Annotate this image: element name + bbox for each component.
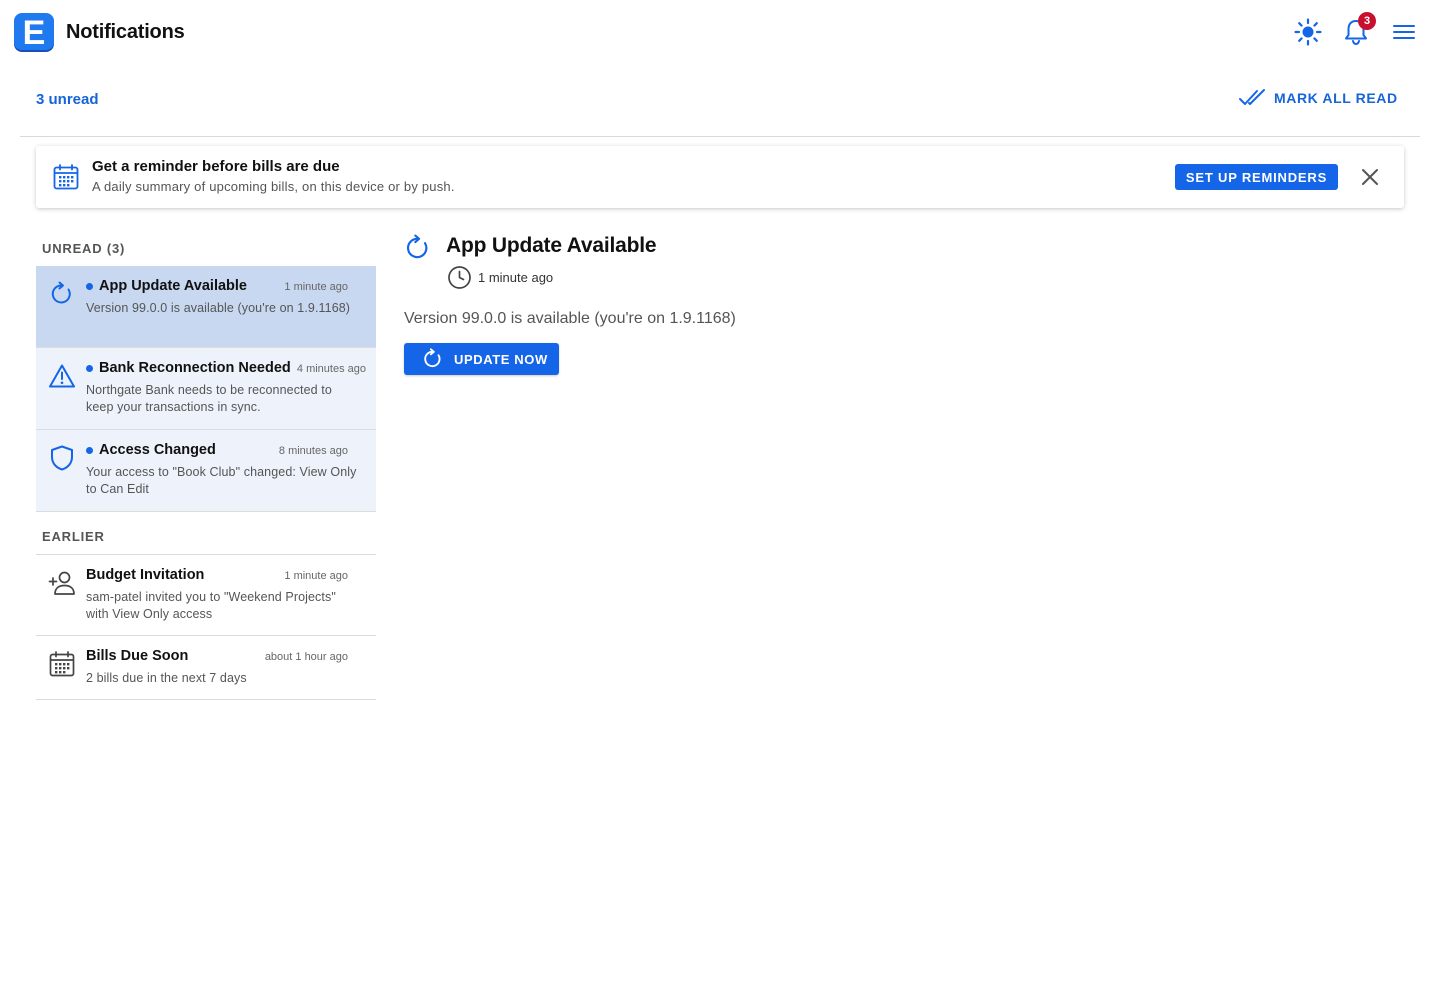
app-logo[interactable]: E — [14, 13, 56, 53]
update-now-label: UPDATE NOW — [454, 351, 548, 367]
item-time: 1 minute ago — [284, 570, 348, 582]
sun-icon — [1294, 18, 1322, 46]
item-body: Version 99.0.0 is available (you're on 1… — [86, 301, 351, 315]
update-now-button[interactable]: UPDATE NOW — [404, 343, 559, 375]
unread-section-label: UNREAD (3) — [42, 241, 126, 256]
banner-subtitle: A daily summary of upcoming bills, on th… — [92, 179, 455, 194]
notifications-button[interactable]: 3 — [1340, 12, 1376, 48]
warning-icon — [48, 362, 76, 390]
clock-icon — [447, 265, 472, 295]
item-time: 4 minutes ago — [296, 363, 366, 375]
item-time: about 1 hour ago — [264, 651, 348, 663]
double-check-icon — [1239, 89, 1265, 105]
detail-timestamp: 1 minute ago — [478, 270, 554, 285]
calendar-icon — [48, 650, 76, 678]
refresh-icon — [404, 234, 432, 267]
detail-title: App Update Available — [446, 234, 657, 257]
item-body: sam-patel invited you to "Weekend Projec… — [86, 590, 336, 621]
page-title: Notifications — [66, 21, 185, 43]
notification-item-access-changed[interactable]: Access Changed 8 minutes ago Your access… — [36, 430, 376, 512]
item-time: 8 minutes ago — [278, 445, 348, 457]
earlier-section-label: EARLIER — [42, 529, 105, 544]
hamburger-menu-icon — [1393, 25, 1415, 39]
theme-toggle-button[interactable] — [1292, 16, 1324, 48]
reminder-banner: Get a reminder before bills are due A da… — [36, 146, 1404, 208]
item-title: Budget Invitation — [86, 567, 205, 583]
unread-dot — [86, 365, 93, 372]
item-title: Bank Reconnection Needed — [99, 360, 291, 376]
notification-item-bills-due[interactable]: Bills Due Soon about 1 hour ago 2 bills … — [36, 636, 376, 700]
unread-dot — [86, 283, 93, 290]
refresh-icon — [424, 348, 441, 368]
svg-text:E: E — [23, 14, 46, 52]
calendar-icon — [52, 163, 80, 196]
unread-dot — [86, 447, 93, 454]
unread-count-label: 3 unread — [36, 91, 99, 108]
refresh-icon — [48, 280, 76, 308]
detail-body: Version 99.0.0 is available (you're on 1… — [404, 310, 736, 327]
notification-count-badge: 3 — [1358, 12, 1376, 30]
divider — [20, 136, 1420, 137]
notification-item-bank-reconnection[interactable]: Bank Reconnection Needed 4 minutes ago N… — [36, 348, 376, 430]
mark-all-read-button[interactable]: MARK ALL READ — [1238, 86, 1398, 110]
item-body: 2 bills due in the next 7 days — [86, 671, 247, 685]
notification-item-app-update[interactable]: App Update Available 1 minute ago Versio… — [36, 266, 376, 348]
item-title: App Update Available — [99, 278, 247, 294]
banner-title: Get a reminder before bills are due — [92, 158, 340, 175]
set-up-reminders-button[interactable]: SET UP REMINDERS — [1175, 164, 1338, 190]
menu-button[interactable] — [1388, 16, 1420, 48]
mark-all-read-label: MARK ALL READ — [1274, 90, 1398, 106]
item-title: Bills Due Soon — [86, 648, 189, 664]
shield-icon — [48, 444, 76, 472]
close-banner-button[interactable] — [1358, 165, 1382, 189]
close-icon — [1362, 169, 1378, 185]
item-time: 1 minute ago — [284, 281, 348, 293]
item-title: Access Changed — [99, 442, 216, 458]
notification-item-budget-invitation[interactable]: Budget Invitation 1 minute ago sam-patel… — [36, 555, 376, 636]
item-body: Your access to "Book Club" changed: View… — [86, 465, 357, 496]
add-person-icon — [48, 569, 76, 597]
app-header: E Notifications 3 — [0, 0, 1440, 66]
item-body: Northgate Bank needs to be reconnected t… — [86, 383, 332, 414]
